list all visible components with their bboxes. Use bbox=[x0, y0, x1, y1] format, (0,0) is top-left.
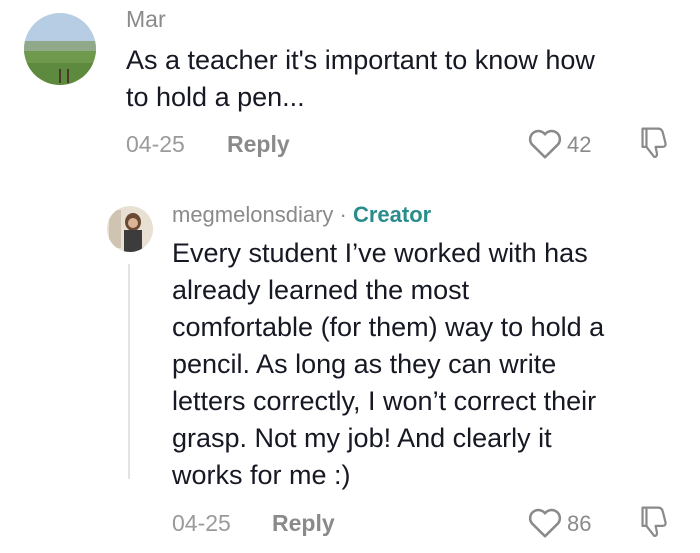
reply-text-line: comfortable (for them) way to hold a bbox=[172, 312, 605, 342]
reply-text: Every student I’ve worked with has alrea… bbox=[172, 235, 692, 494]
reply-text-line: works for me :) bbox=[172, 460, 351, 490]
reply-like-count: 86 bbox=[567, 511, 592, 536]
heart-icon bbox=[528, 508, 562, 538]
comment-username[interactable]: Mar bbox=[126, 6, 166, 33]
comment-text-line: As a teacher it's important to know how bbox=[126, 45, 595, 75]
reply-username[interactable]: megmelonsdiary bbox=[172, 202, 333, 227]
thumbs-down-icon bbox=[641, 127, 667, 158]
reply-reply-button[interactable]: Reply bbox=[272, 510, 335, 537]
heart-icon bbox=[528, 129, 562, 159]
comment-text-line: to hold a pen... bbox=[126, 82, 305, 112]
commenter-avatar[interactable] bbox=[24, 13, 96, 85]
reply-text-line: letters correctly, I won’t correct their bbox=[172, 386, 597, 416]
reply-header: megmelonsdiary · Creator bbox=[172, 202, 431, 228]
reply-text-line: already learned the most bbox=[172, 275, 470, 305]
reply-text-line: Every student I’ve worked with has bbox=[172, 238, 588, 268]
reply-date: 04-25 bbox=[172, 510, 231, 536]
reply-text-line: grasp. Not my job! And clearly it bbox=[172, 423, 552, 453]
header-separator: · bbox=[339, 202, 347, 227]
creator-avatar[interactable] bbox=[107, 206, 153, 252]
comment-dislike-button[interactable] bbox=[637, 126, 669, 160]
comment-like-button[interactable] bbox=[527, 126, 563, 160]
creator-badge: Creator bbox=[352, 202, 432, 227]
thread-line bbox=[128, 264, 130, 479]
comment-text: As a teacher it's important to know how … bbox=[126, 42, 686, 116]
comment-like-count: 42 bbox=[567, 132, 592, 157]
comment-date: 04-25 bbox=[126, 131, 185, 157]
reply-text-line: pencil. As long as they can write bbox=[172, 349, 557, 379]
reply-like-button[interactable] bbox=[527, 505, 563, 539]
thumbs-down-icon bbox=[641, 506, 667, 537]
comment-reply-button[interactable]: Reply bbox=[227, 131, 290, 158]
reply-dislike-button[interactable] bbox=[637, 505, 669, 539]
